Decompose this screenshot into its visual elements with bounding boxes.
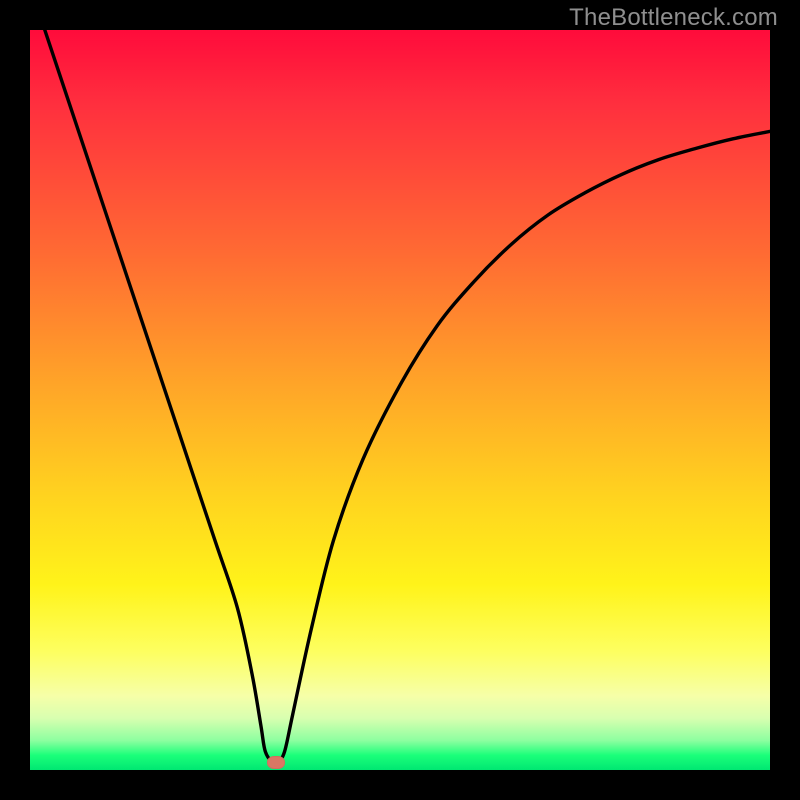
plot-area xyxy=(30,30,770,770)
watermark-text: TheBottleneck.com xyxy=(569,4,778,32)
optimum-marker xyxy=(267,756,285,769)
bottleneck-curve xyxy=(30,30,770,770)
chart-frame: TheBottleneck.com xyxy=(0,0,800,800)
